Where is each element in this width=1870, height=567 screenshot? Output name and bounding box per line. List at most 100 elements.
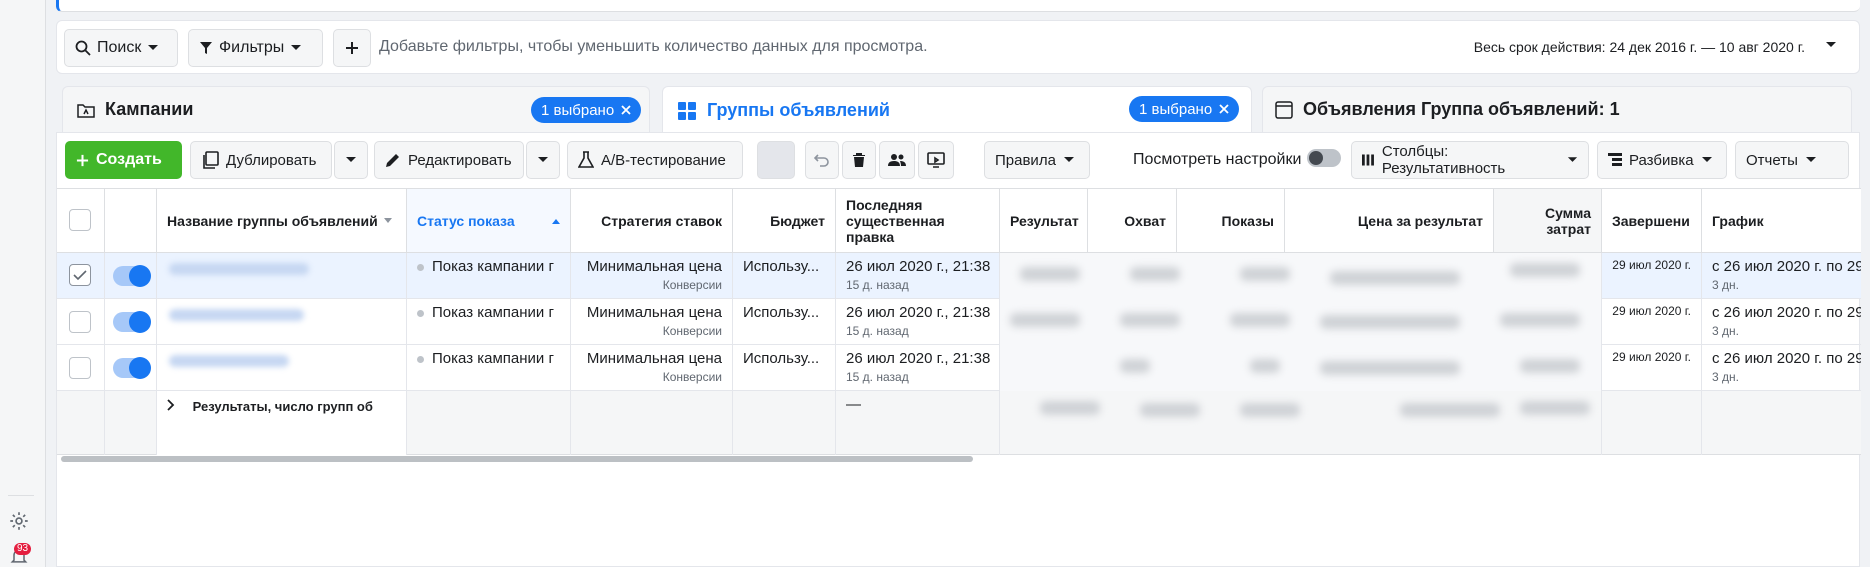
header-last-edit-label: Последняя существенная правка [846,196,945,245]
campaigns-selected-pill[interactable]: 1 выбрано [531,97,642,123]
date-range[interactable]: Весь срок действия: 24 дек 2016 г. — 10 … [1474,39,1805,55]
budget-value: Использу... [743,304,820,321]
bid-sub: Конверсии [662,278,722,292]
chevron-right-icon[interactable] [167,399,175,411]
header-cost-per-result-label: Цена за результат [1357,212,1483,229]
redacted-value [1240,267,1290,281]
delete-button[interactable] [842,141,876,179]
header-last-edit[interactable]: Последняя существенная правка [836,189,1000,253]
columns-icon [1362,154,1374,166]
delivery-status: Показ кампании г [432,304,554,321]
reports-button[interactable]: Отчеты [1735,141,1849,179]
header-name[interactable]: Название группы объявлений [157,189,407,253]
search-label: Поиск [97,39,142,56]
redacted-value [1320,315,1460,329]
preview-button[interactable] [918,141,954,179]
undo-icon [814,154,829,167]
plus-icon [76,154,89,166]
last-edit-date: 26 июл 2020 г., 21:38 [846,304,991,321]
duplicate-button[interactable]: Дублировать [190,141,332,179]
create-label: Создать [96,151,162,168]
header-ends[interactable]: Завершени [1602,189,1702,253]
chevron-down-icon[interactable] [1825,41,1837,49]
header-impressions[interactable]: Показы [1177,189,1285,253]
schedule-sub: 3 дн. [1712,278,1739,292]
last-edit-date: 26 июл 2020 г., 21:38 [846,258,991,275]
people-button[interactable] [879,141,915,179]
table-row[interactable]: Показ кампании г Минимальная цена Конверс… [57,299,1861,345]
header-bid[interactable]: Стратегия ставок [571,189,733,253]
budget-cell: Использу... [733,345,836,391]
filter-bar: Поиск Фильтры Добавьте фильтры, чтобы ум… [56,20,1860,74]
adset-toggle[interactable] [113,357,151,379]
horizontal-scrollbar[interactable] [61,456,973,462]
gear-icon[interactable] [8,510,30,532]
select-all-header [57,189,105,253]
header-delivery-label: Статус показа [417,212,515,229]
bid-strategy: Минимальная цена [586,350,722,367]
redacted-value [1040,401,1100,415]
header-amount-spent[interactable]: Сумма затрат [1494,189,1602,253]
redacted-name [169,263,309,275]
columns-button[interactable]: Столбцы: Результативность [1351,141,1589,179]
rules-button[interactable]: Правила [984,141,1090,179]
adsets-table: Название группы объявлений Статус показа… [57,188,1861,458]
checkmark-icon [73,270,87,281]
row-checkbox[interactable] [69,357,91,379]
tab-adsets[interactable]: Группы объявлений 1 выбрано [662,86,1252,134]
schedule-range: с 26 июл 2020 г. по 29 [1712,258,1861,275]
redacted-value [1250,359,1280,373]
ends-cell: 29 июл 2020 г. [1602,345,1702,391]
summary-label-cell[interactable]: Результаты, число групп об [157,391,407,455]
duplicate-label: Дублировать [226,151,317,169]
undo-button[interactable] [805,141,839,179]
tab-ads[interactable]: Объявления Группа объявлений: 1 [1262,86,1852,132]
schedule-range: с 26 июл 2020 г. по 29 [1712,350,1861,367]
adset-name-cell[interactable] [157,299,407,345]
header-delivery[interactable]: Статус показа [407,189,571,253]
budget-cell: Использу... [733,253,836,299]
chevron-down-icon [1701,157,1712,162]
pencil-icon [386,154,399,167]
ab-test-button[interactable]: A/B-тестирование [567,141,743,179]
breakdown-button[interactable]: Разбивка [1597,141,1727,179]
create-button[interactable]: Создать [65,141,182,179]
header-cost-per-result[interactable]: Цена за результат [1285,189,1494,253]
ad-icon [1275,100,1293,119]
tab-campaigns[interactable]: Кампании 1 выбрано [62,86,650,132]
flask-icon [578,151,594,168]
select-all-checkbox[interactable] [69,209,91,231]
delivery-cell: Показ кампании г [407,253,571,299]
row-toggle-cell [105,345,157,391]
close-icon[interactable] [621,105,631,115]
view-settings-toggle[interactable] [1307,149,1341,167]
adset-toggle[interactable] [113,311,151,333]
filters-button[interactable]: Фильтры [188,29,323,67]
edit-dropdown[interactable] [526,141,560,179]
header-budget[interactable]: Бюджет [733,189,836,253]
header-schedule-label: График [1712,212,1764,229]
adset-name-cell[interactable] [157,253,407,299]
header-reach[interactable]: Охват [1088,189,1177,253]
close-icon[interactable] [1219,104,1229,114]
schedule-sub: 3 дн. [1712,370,1739,384]
summary-toggle-cell [105,391,157,455]
search-button[interactable]: Поиск [64,29,178,67]
adsets-selected-pill[interactable]: 1 выбрано [1129,96,1240,122]
adset-toggle[interactable] [113,265,151,287]
header-results[interactable]: Результат [1000,189,1088,253]
adset-name-cell[interactable] [157,345,407,391]
redacted-value [1120,359,1150,373]
row-checkbox[interactable] [69,264,91,286]
last-edit-date: 26 июл 2020 г., 21:38 [846,350,991,367]
redacted-metrics [1000,253,1602,299]
row-checkbox[interactable] [69,311,91,333]
table-row[interactable]: Показ кампании г Минимальная цена Конверс… [57,253,1861,299]
header-schedule[interactable]: График [1702,189,1861,253]
redacted-value [1240,403,1300,417]
summary-label: Результаты, число групп об [192,399,373,414]
table-row[interactable]: Показ кампании г Минимальная цена Конверс… [57,345,1861,391]
add-filter-button[interactable] [333,29,371,67]
edit-button[interactable]: Редактировать [374,141,524,179]
duplicate-dropdown[interactable] [334,141,368,179]
